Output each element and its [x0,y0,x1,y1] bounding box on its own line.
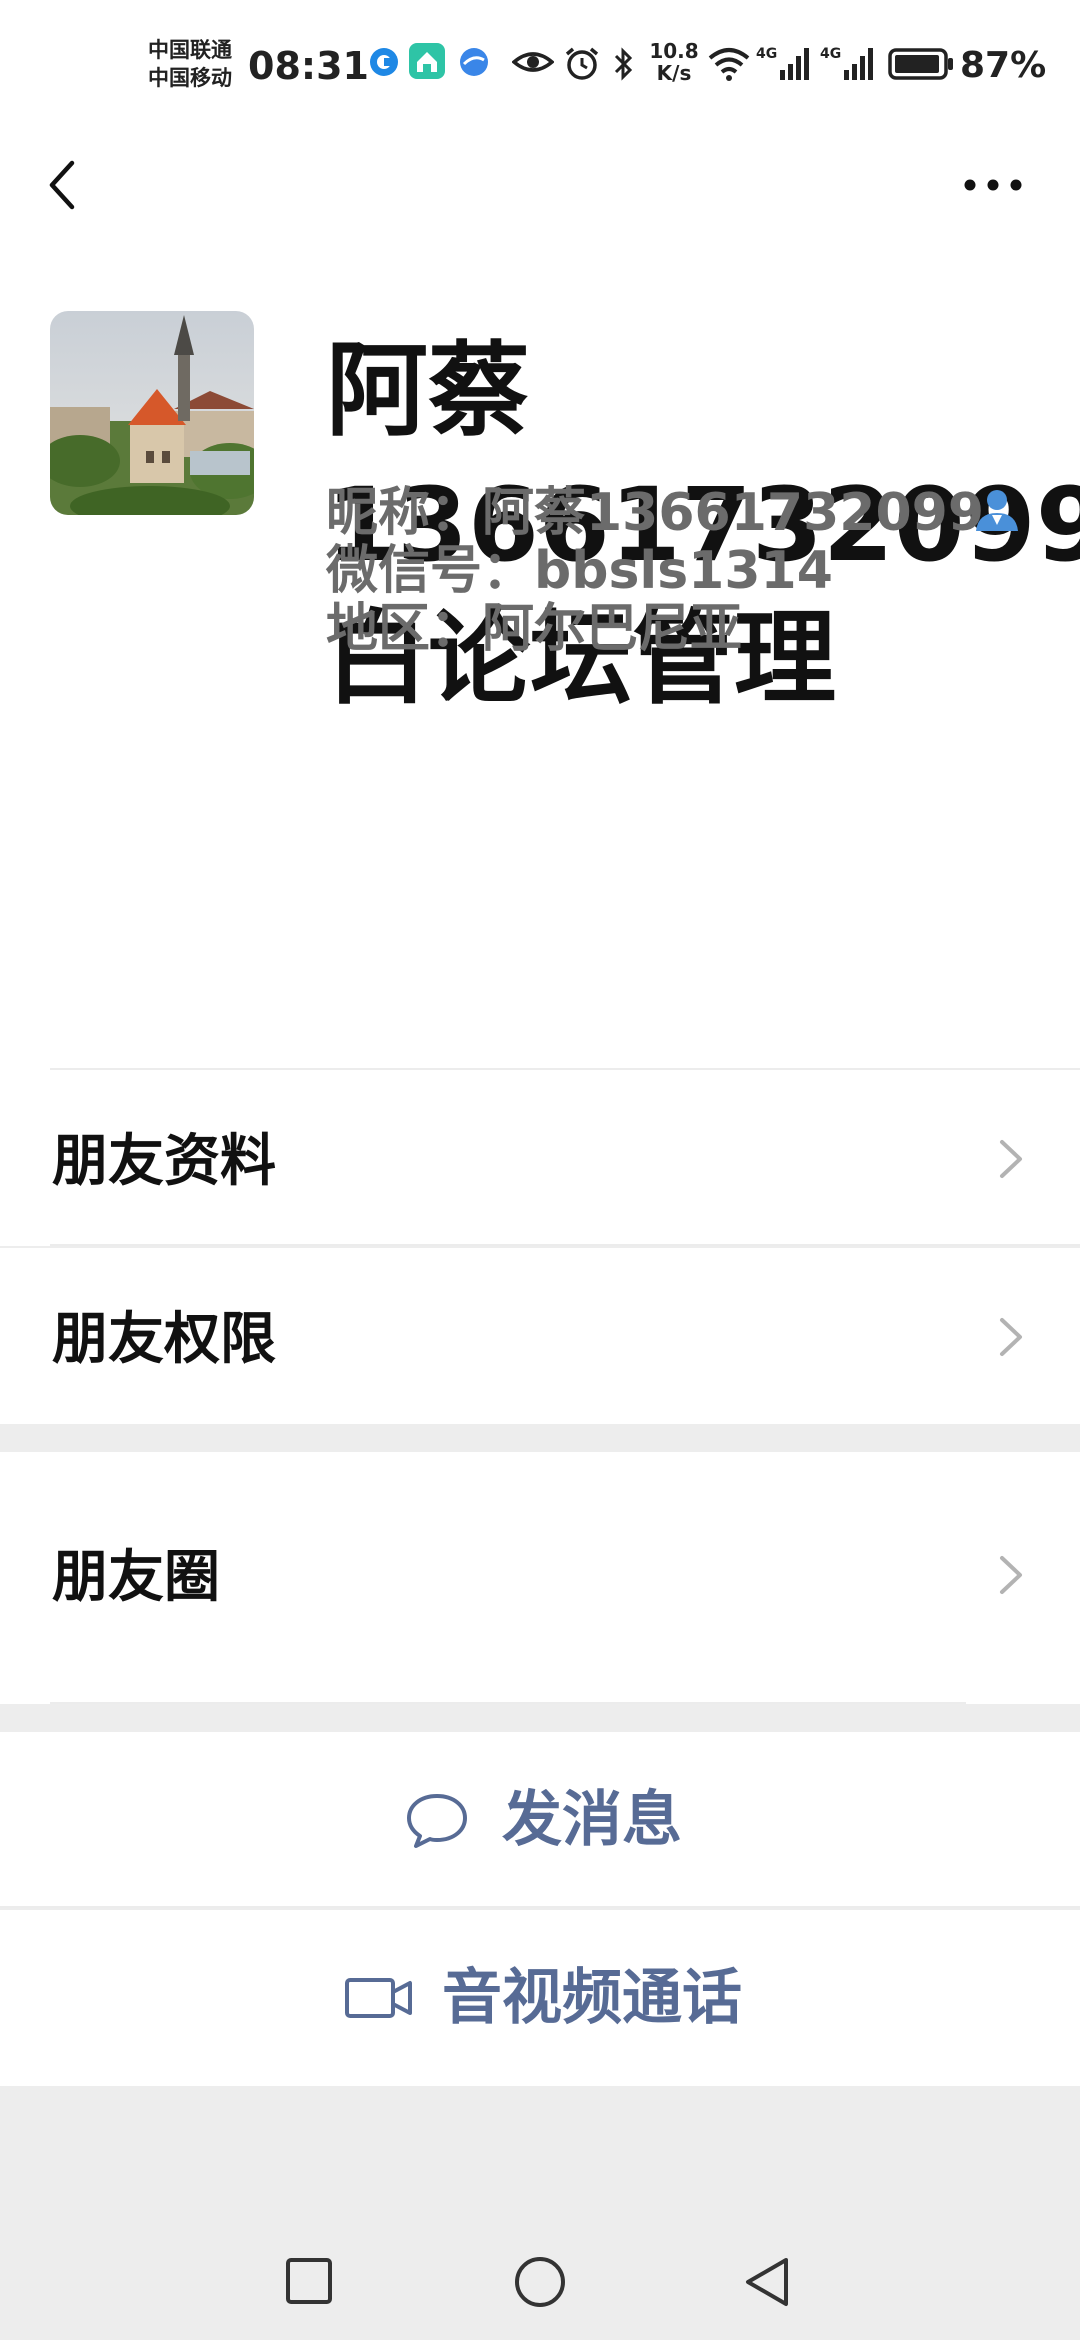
more-button[interactable] [958,165,1028,205]
back-button[interactable] [40,155,88,215]
carrier-2: 中国移动 [148,66,232,90]
contact-profile-page: 中国联通 中国移动 08:31 10.8 K/s 4G 4G 87% 阿蔡 13… [0,0,1080,2340]
send-message-label: 发消息 [502,1785,682,1855]
carrier-labels: 中国联通 中国移动 [148,36,248,92]
menu-item-moments[interactable]: 朋友圈 [0,1452,1080,1704]
menu-item-friend-permissions[interactable]: 朋友权限 [0,1248,1080,1424]
net-speed-unit: K/s [656,61,692,85]
video-call-content: 音视频通话 [344,1910,742,2086]
divider [50,1244,1080,1246]
divider [50,1702,966,1704]
menu-item-label: 朋友圈 [52,1545,220,1610]
app-icon-1 [370,48,398,76]
send-message-content: 发消息 [404,1732,682,1908]
back-triangle-icon[interactable] [742,2254,792,2310]
battery-icon [888,48,953,80]
video-camera-icon [345,1978,412,2018]
more-dots-icon [964,179,1022,191]
avatar-image [50,311,254,515]
battery-percent: 87% [960,45,1047,86]
send-message-button[interactable]: 发消息 [0,1732,1080,1908]
region-text: 地区：阿尔巴尼亚 [326,599,743,659]
home-icon[interactable] [512,2254,568,2310]
avatar[interactable] [50,311,254,515]
svg-text:4G: 4G [756,46,777,62]
system-nav-bar [0,2200,1080,2340]
bluetooth-icon [614,47,633,81]
chat-bubble-icon [407,1794,467,1848]
nav-bar [0,135,1080,235]
eye-icon [512,52,554,72]
clock: 08:31 [248,44,369,88]
divider [0,1906,1080,1908]
nickname-text: 昵称：阿蔡13661732099 [326,483,984,543]
signal-4g-icon-2: 4G [820,46,873,80]
net-speed: 10.8 K/s [646,40,702,84]
alarm-icon [565,47,599,80]
status-bar: 中国联通 中国移动 08:31 10.8 K/s 4G 4G 87% [0,0,1080,135]
wechat-id-text: 微信号：bbsls1314 [326,541,833,601]
video-call-label: 音视频通话 [442,1963,742,2033]
video-call-button[interactable]: 音视频通话 [0,1910,1080,2086]
wifi-icon [708,48,750,81]
svg-text:4G: 4G [820,46,841,62]
signal-4g-icon: 4G [756,46,809,80]
display-name-line-1: 阿蔡 [326,332,530,451]
menu-item-label: 朋友资料 [52,1129,276,1194]
app-icon-2 [409,43,445,79]
menu-item-friend-info[interactable]: 朋友资料 [0,1070,1080,1246]
chevron-right-icon [1000,1140,1022,1178]
chevron-right-icon [1000,1556,1022,1594]
chevron-left-icon [49,160,75,210]
carrier-1: 中国联通 [148,38,232,62]
chevron-right-icon [1000,1318,1022,1356]
profile-card: 阿蔡 13661732099 白论坛管理 昵称：阿蔡13661732099 微信… [0,235,1080,1070]
recent-apps-icon[interactable] [284,2256,334,2306]
menu-item-label: 朋友权限 [52,1307,276,1372]
net-speed-value: 10.8 [649,39,699,63]
app-icon-3 [460,48,488,76]
